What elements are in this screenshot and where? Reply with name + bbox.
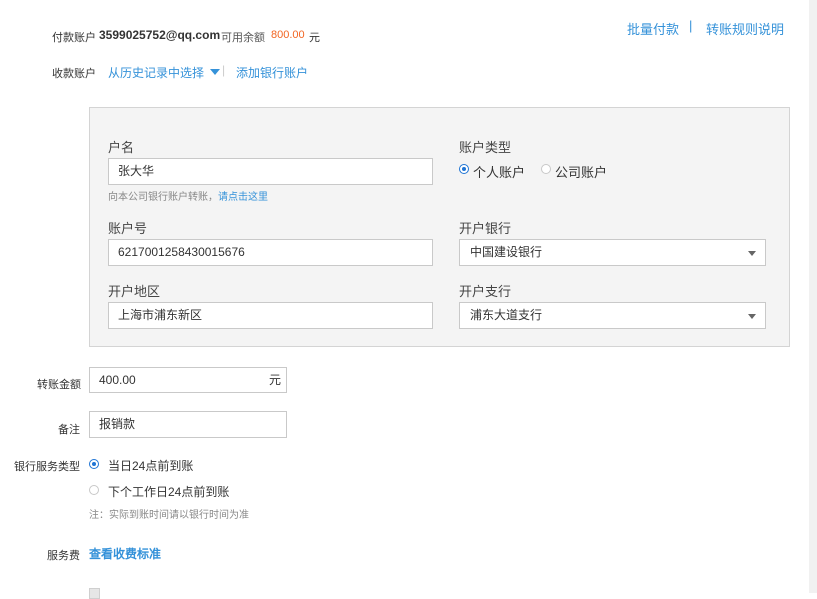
agreement-checkbox[interactable] (89, 588, 100, 599)
transfer-rules-link[interactable]: 转账规则说明 (706, 19, 784, 38)
history-select-label: 从历史记录中选择 (108, 66, 205, 80)
bank-select-value: 中国建设银行 (470, 245, 543, 259)
chevron-down-icon (748, 314, 756, 319)
balance-label: 可用余额 (221, 32, 265, 44)
radio-selected-icon (459, 164, 469, 174)
payer-account: 3599025752@qq.com (99, 28, 221, 42)
header-divider: | (689, 18, 693, 33)
batch-pay-link[interactable]: 批量付款 (627, 19, 679, 38)
radio-unselected-icon (89, 485, 99, 495)
caret-down-icon (210, 69, 221, 75)
amount-value: 400.00 (99, 373, 136, 387)
account-no-label: 账户号 (108, 221, 148, 236)
account-name-label: 户名 (108, 140, 135, 155)
region-label: 开户地区 (108, 284, 161, 299)
branch-label: 开户支行 (459, 284, 512, 299)
amount-label: 转账金额 (37, 379, 81, 391)
service-option-same-day-label: 当日24点前到账 (108, 459, 194, 473)
bank-select[interactable]: 中国建设银行 (459, 239, 766, 266)
fee-standard-link[interactable]: 查看收费标准 (89, 545, 161, 562)
note-label: 备注 (58, 424, 80, 436)
payee-divider: | (222, 63, 226, 77)
add-bank-account-link[interactable]: 添加银行账户 (236, 64, 308, 81)
note-input[interactable]: 报销款 (89, 411, 287, 438)
vertical-scrollbar[interactable] (809, 0, 817, 593)
branch-select-value: 浦东大道支行 (470, 308, 543, 322)
amount-unit: 元 (268, 373, 281, 387)
account-type-label: 账户类型 (459, 140, 512, 155)
service-option-same-day[interactable]: 当日24点前到账 (89, 456, 289, 474)
account-type-company[interactable]: 公司账户 (541, 162, 621, 180)
bank-account-panel: 户名 张大华 向本公司银行账户转账，请点击这里 账户类型 个人账户 公司账户 账… (89, 107, 790, 347)
payer-label: 付款账户 (52, 32, 96, 44)
chevron-down-icon (748, 251, 756, 256)
account-type-personal-label: 个人账户 (473, 165, 526, 180)
account-no-input[interactable]: 6217001258430015676 (108, 239, 433, 266)
company-hint-text: 向本公司银行账户转账， (108, 192, 218, 203)
radio-unselected-icon (541, 164, 551, 174)
region-input[interactable]: 上海市浦东新区 (108, 302, 433, 329)
fee-label: 服务费 (47, 550, 80, 562)
balance-value: 800.00 (271, 29, 305, 41)
account-name-input[interactable]: 张大华 (108, 158, 433, 185)
payee-label: 收款账户 (52, 68, 96, 80)
bank-label: 开户银行 (459, 221, 512, 236)
service-option-next-day[interactable]: 下个工作日24点前到账 (89, 482, 289, 500)
service-type-note: 注：实际到账时间请以银行时间为准 (89, 510, 249, 521)
amount-input[interactable]: 400.00 元 (89, 367, 287, 393)
account-type-company-label: 公司账户 (555, 165, 608, 180)
branch-select[interactable]: 浦东大道支行 (459, 302, 766, 329)
radio-selected-icon (89, 459, 99, 469)
balance-unit: 元 (309, 32, 320, 44)
company-hint: 向本公司银行账户转账，请点击这里 (108, 188, 268, 203)
history-select-link[interactable]: 从历史记录中选择 (108, 64, 221, 81)
service-option-next-day-label: 下个工作日24点前到账 (108, 485, 230, 499)
company-hint-link[interactable]: 请点击这里 (218, 192, 268, 203)
service-type-label: 银行服务类型 (14, 461, 80, 473)
